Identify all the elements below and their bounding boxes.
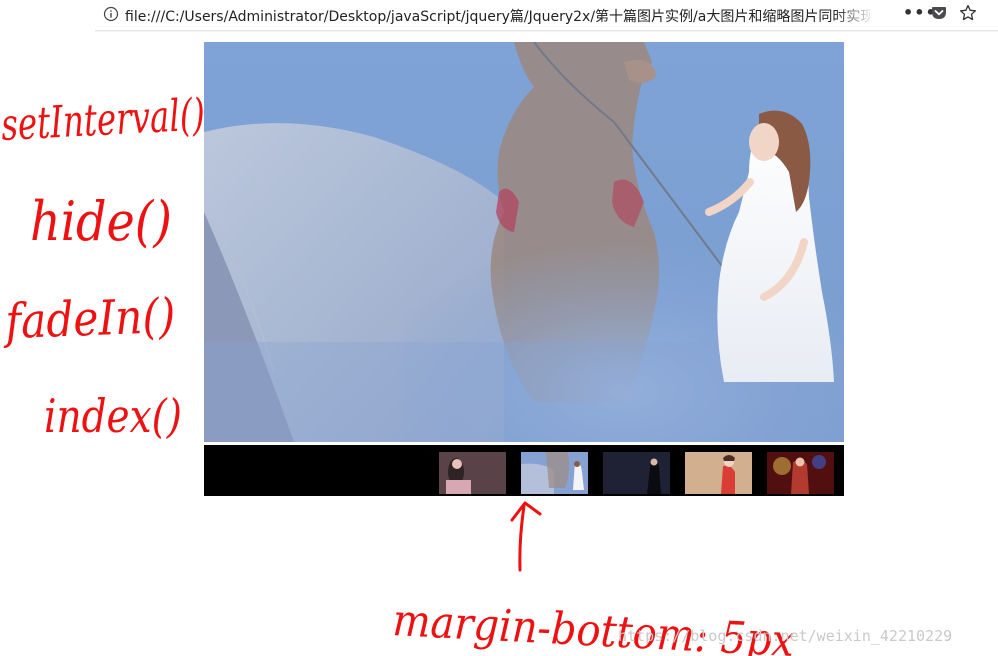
star-icon[interactable] (959, 4, 977, 22)
thumbnail-4[interactable] (685, 452, 752, 494)
main-slide-image (204, 42, 844, 442)
note-setinterval: setInterval() (0, 89, 206, 151)
url-fade (835, 2, 875, 26)
thumbnail-5[interactable] (767, 452, 834, 494)
note-index: index() (44, 389, 182, 443)
thumbnail-2[interactable] (521, 452, 588, 494)
note-fadein: fadeIn() (2, 288, 176, 350)
thumbnail-3[interactable] (603, 452, 670, 494)
info-icon[interactable] (103, 6, 119, 22)
note-margin-bottom: margin-bottom: 5px (391, 595, 795, 656)
blog-watermark: https://blog.csdn.net/weixin_42210229 (618, 627, 953, 645)
browser-url-bar: file:///C:/Users/Administrator/Desktop/j… (95, 0, 998, 31)
thumbnail-1[interactable] (439, 452, 506, 494)
arrow-up-icon (510, 501, 542, 572)
pocket-icon[interactable] (931, 5, 947, 21)
thumbnail-strip (204, 445, 844, 496)
note-hide: hide() (30, 190, 172, 253)
url-field[interactable]: file:///C:/Users/Administrator/Desktop/j… (125, 6, 870, 26)
